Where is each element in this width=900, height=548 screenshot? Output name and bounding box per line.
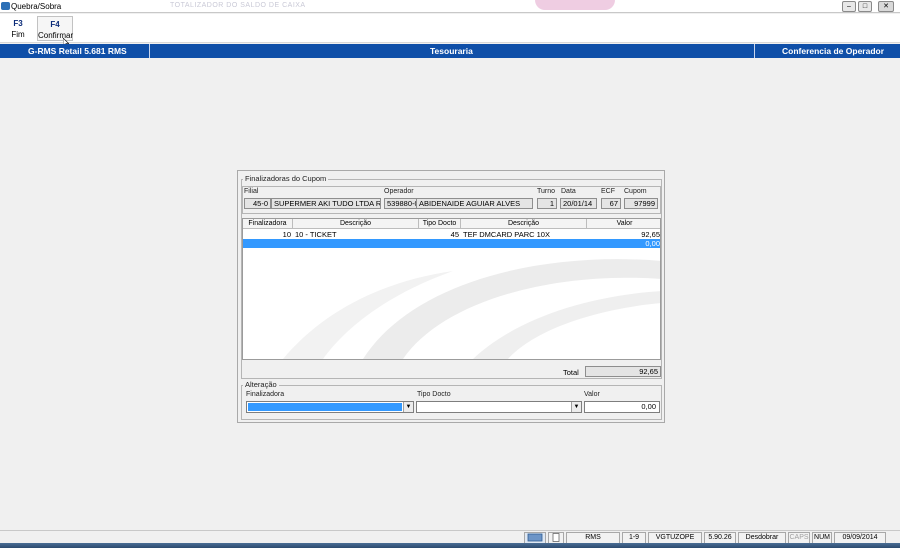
operador-name-field: ABIDENAIDE AGUIAR ALVES — [416, 198, 533, 209]
cell-tipo-docto — [419, 239, 461, 248]
tipo-docto-label: Tipo Docto — [417, 391, 451, 398]
total-value: 92,65 — [585, 366, 661, 377]
toolbar: F3 Fim F4 Confirmar — [0, 14, 900, 48]
cell-descricao: 10 - TICKET — [295, 230, 337, 239]
finalizadoras-grid[interactable]: Finalizadora Descrição Tipo Docto Descri… — [242, 218, 661, 360]
filial-label: Filial — [244, 188, 259, 195]
grid-header: Finalizadora Descrição Tipo Docto Descri… — [243, 219, 660, 229]
chevron-down-icon[interactable]: ▼ — [403, 402, 413, 412]
minimize-button[interactable]: – — [842, 1, 856, 12]
fim-key: F3 — [13, 19, 23, 28]
finalizadora-select[interactable]: ▼ — [246, 401, 414, 413]
cupom-label: Cupom — [624, 188, 647, 195]
module-header-bar: G-RMS Retail 5.681 RMS Tesouraria Confer… — [0, 44, 900, 58]
ecf-field: 67 — [601, 198, 621, 209]
cell-descricao-docto: TEF DMCARD PARC 10X — [463, 230, 550, 239]
filial-code-field: 45-0 — [244, 198, 271, 209]
tipo-docto-select[interactable]: ▼ — [416, 401, 582, 413]
cupom-field: 97999 — [624, 198, 658, 209]
ecf-label: ECF — [601, 188, 615, 195]
taskbar — [0, 543, 900, 548]
valor-input[interactable]: 0,00 — [584, 401, 660, 413]
chevron-down-icon[interactable]: ▼ — [571, 402, 581, 412]
finalizadoras-group-title: Finalizadoras do Cupom — [243, 174, 329, 183]
title-bar: Quebra/Sobra TOTALIZADOR DO SALDO DE CAI… — [0, 0, 900, 13]
cell-finalizadora — [243, 239, 293, 248]
data-label: Data — [561, 188, 576, 195]
screen-title: Conferencia de Operador — [782, 46, 885, 56]
module-title: Tesouraria — [430, 46, 473, 56]
quebra-sobra-panel: Finalizadoras do Cupom Filial Operador T… — [237, 170, 665, 423]
watermark-logo — [283, 259, 660, 359]
header-divider — [754, 44, 755, 58]
table-row-selected[interactable]: 0,00 — [243, 239, 660, 248]
turno-label: Turno — [537, 188, 556, 195]
background-window-title: TOTALIZADOR DO SALDO DE CAIXA — [170, 2, 306, 9]
table-row[interactable]: 10 10 - TICKET 45 TEF DMCARD PARC 10X 92… — [243, 230, 660, 239]
window-title: Quebra/Sobra — [11, 2, 62, 11]
turno-field: 1 — [537, 198, 557, 209]
header-divider — [149, 44, 150, 58]
total-label: Total — [563, 368, 579, 377]
confirmar-key: F4 — [50, 20, 60, 29]
cell-valor: 92,65 — [641, 230, 660, 239]
column-header-valor[interactable]: Valor — [587, 219, 660, 229]
maximize-button[interactable]: □ — [858, 1, 872, 12]
cell-finalizadora: 10 — [282, 230, 291, 239]
operador-label: Operador — [384, 188, 414, 195]
app-version-label: G-RMS Retail 5.681 RMS — [28, 46, 127, 56]
fim-label: Fim — [11, 30, 25, 39]
column-header-descricao-docto[interactable]: Descrição — [461, 219, 587, 229]
cell-tipo-docto: 45 — [450, 230, 459, 239]
cell-valor: 0,00 — [645, 239, 660, 248]
status-bar: RMS 1-9 VGTUZOPE 5.90.26 Desdobrar CAPS … — [0, 530, 900, 544]
close-button[interactable]: ✕ — [878, 1, 894, 12]
finalizadora-select-highlight — [248, 403, 402, 411]
cell-descricao — [293, 239, 419, 248]
alteracao-group-title: Alteração — [243, 380, 279, 389]
cell-descricao-docto — [461, 239, 587, 248]
column-header-tipo-docto[interactable]: Tipo Docto — [419, 219, 461, 229]
background-window-decoration — [535, 0, 615, 10]
column-header-descricao[interactable]: Descrição — [293, 219, 419, 229]
valor-label: Valor — [584, 391, 600, 398]
fim-button[interactable]: F3 Fim — [0, 16, 36, 41]
filial-name-field: SUPERMER AKI TUDO LTDA RK — [271, 198, 381, 209]
data-field: 20/01/14 — [560, 198, 597, 209]
finalizadora-label: Finalizadora — [246, 391, 285, 398]
column-header-finalizadora[interactable]: Finalizadora — [243, 219, 293, 229]
operador-code-field: 539880-0 — [384, 198, 417, 209]
app-icon — [1, 2, 10, 10]
